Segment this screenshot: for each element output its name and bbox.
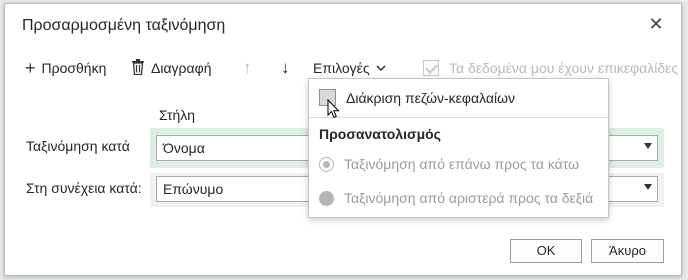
left-to-right-option[interactable]: Ταξινόμηση από αριστερά προς τα δεξιά xyxy=(319,190,593,206)
left-to-right-radio[interactable] xyxy=(319,190,334,206)
trash-icon xyxy=(131,58,145,78)
left-to-right-label: Ταξινόμηση από αριστερά προς τα δεξιά xyxy=(344,190,594,206)
headers-checkbox-item[interactable]: Τα δεδομένα μου έχουν επικεφαλίδες xyxy=(423,56,678,80)
add-label: Προσθήκη xyxy=(41,60,107,76)
chevron-down-icon xyxy=(376,61,386,75)
sort-by-value: Όνομα xyxy=(163,140,205,156)
then-by-label: Στη συνέχεια κατά: xyxy=(26,180,142,196)
move-up-arrow-icon[interactable]: ↑ xyxy=(243,56,252,80)
plus-icon: + xyxy=(25,58,36,78)
orientation-header: Προσανατολισμός xyxy=(319,126,441,142)
top-to-bottom-option[interactable]: Ταξινόμηση από επάνω προς τα κάτω xyxy=(319,156,579,172)
column-header: Στήλη xyxy=(159,107,196,123)
case-sensitive-option[interactable]: Διάκριση πεζών-κεφαλαίων xyxy=(319,89,515,106)
cancel-button[interactable]: Άκυρο xyxy=(591,239,664,263)
options-label: Επιλογές xyxy=(313,60,370,76)
ok-button[interactable]: ΟΚ xyxy=(510,239,582,263)
menu-divider xyxy=(309,117,608,118)
sort-by-label: Ταξινόμηση κατά xyxy=(26,138,130,154)
top-to-bottom-radio[interactable] xyxy=(319,156,334,172)
dropdown-arrow-icon xyxy=(644,143,652,149)
dialog-title: Προσαρμοσμένη ταξινόμηση xyxy=(22,17,226,34)
close-icon[interactable]: ✕ xyxy=(648,15,664,33)
delete-label: Διαγραφή xyxy=(151,60,212,76)
case-sensitive-label: Διάκριση πεζών-κεφαλαίων xyxy=(346,89,516,106)
then-by-value: Επώνυμο xyxy=(163,181,224,197)
headers-checkbox[interactable] xyxy=(423,60,439,76)
delete-level-button[interactable]: Διαγραφή xyxy=(131,56,211,80)
options-menu: Διάκριση πεζών-κεφαλαίων Προσανατολισμός… xyxy=(308,78,609,218)
mouse-cursor-icon xyxy=(327,98,340,124)
options-dropdown-button[interactable]: Επιλογές xyxy=(313,56,386,80)
add-level-button[interactable]: + Προσθήκη xyxy=(25,56,106,80)
dropdown-arrow-icon xyxy=(644,184,652,190)
top-to-bottom-label: Ταξινόμηση από επάνω προς τα κάτω xyxy=(344,156,580,172)
move-down-arrow-icon[interactable]: ↓ xyxy=(281,56,290,80)
headers-label: Τα δεδομένα μου έχουν επικεφαλίδες xyxy=(449,60,679,76)
toolbar: + Προσθήκη Διαγραφή ↑ ↓ Επιλογές Τα δεδο… xyxy=(5,56,681,80)
